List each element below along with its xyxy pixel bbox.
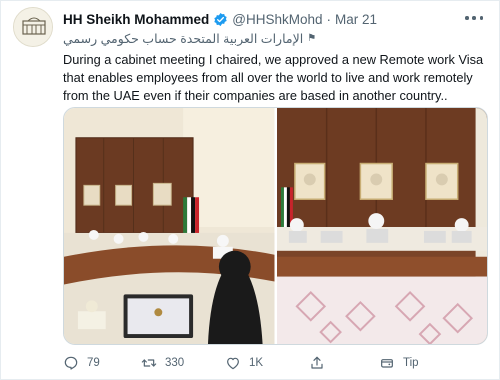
government-label[interactable]: الإمارات العربية المتحدة حساب حكومي رسمي… [63, 30, 316, 46]
media-photo-left[interactable] [64, 108, 275, 344]
like-button[interactable]: 1K [225, 353, 263, 373]
more-options-icon[interactable] [465, 11, 483, 25]
tweet-card[interactable]: HH Sheikh Mohammed @HHShkMohd · Mar 21 ا… [0, 0, 500, 380]
tweet-header: HH Sheikh Mohammed @HHShkMohd · Mar 21 [63, 10, 459, 28]
display-name[interactable]: HH Sheikh Mohammed [63, 12, 209, 27]
retweet-count: 330 [165, 357, 185, 369]
like-count: 1K [249, 357, 264, 369]
government-label-text: الإمارات العربية المتحدة حساب حكومي رسمي [63, 31, 304, 46]
tweet-date[interactable]: Mar 21 [335, 12, 377, 27]
tip-label: Tip [403, 357, 419, 369]
share-icon [309, 355, 325, 371]
share-button[interactable] [309, 353, 325, 373]
tip-icon [379, 355, 395, 371]
avatar-emblem-icon [14, 8, 52, 46]
heart-icon [225, 355, 241, 371]
reply-count: 79 [87, 357, 100, 369]
government-flag-icon: ⚑ [307, 32, 317, 44]
verified-badge-icon [213, 12, 228, 27]
tweet-media [63, 107, 488, 345]
retweet-button[interactable]: 330 [141, 353, 184, 373]
handle[interactable]: @HHShkMohd [232, 12, 322, 27]
tweet-actions: 79 330 1K Tip [63, 353, 488, 373]
reply-icon [63, 355, 79, 371]
reply-button[interactable]: 79 [63, 353, 100, 373]
retweet-icon [141, 355, 157, 371]
media-photo-right[interactable] [276, 108, 487, 344]
avatar[interactable] [13, 7, 53, 47]
separator-dot: · [326, 11, 332, 27]
tweet-text: During a cabinet meeting I chaired, we a… [63, 52, 484, 103]
tip-button[interactable]: Tip [379, 353, 419, 373]
